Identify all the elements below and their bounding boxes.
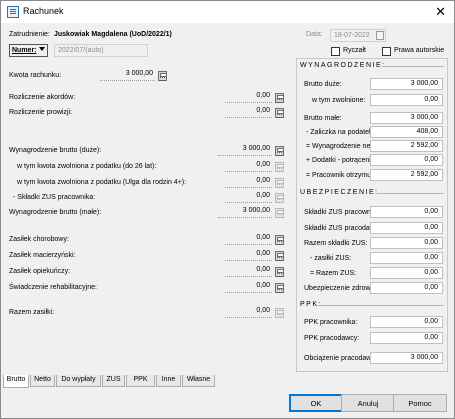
obciazenie-field: 3 000,00	[370, 352, 443, 364]
calculator-icon	[275, 178, 284, 188]
zwolniona4-label: w tym kwota zwolniona z podatku (Ulga dl…	[17, 179, 187, 186]
calculator-icon	[275, 162, 284, 172]
skladki-label: - Składki ZUS pracownika:	[13, 194, 96, 201]
zus-pracodawcy-field: 0,00	[370, 222, 443, 234]
dodatki-field: 0,00	[370, 154, 443, 166]
calculator-icon[interactable]	[275, 93, 284, 103]
akordow-label: Rozliczenie akordów:	[9, 94, 76, 101]
otrzymuje-label: = Pracownik otrzymuje:	[306, 172, 379, 179]
divider	[318, 305, 444, 306]
ppk-pracownika-field: 0,00	[370, 316, 443, 328]
zwolnione-label: w tym zwolnione:	[312, 97, 366, 104]
zasilki-zus-field: 0,00	[370, 252, 443, 264]
macierzynski-field[interactable]: 0,00	[225, 250, 272, 261]
skladki-field[interactable]: 0,00	[225, 192, 272, 203]
tab-brutto[interactable]: Brutto	[3, 375, 29, 388]
calculator-icon[interactable]	[275, 146, 284, 156]
divider	[382, 66, 444, 67]
razem-zus-field: 0,00	[370, 267, 443, 279]
razem-zasilki-label: Razem zasiłki:	[9, 309, 55, 316]
akordow-field[interactable]: 0,00	[225, 92, 272, 103]
zasilki-zus-label: - zasiłki ZUS:	[310, 255, 352, 262]
data-label: Data:	[306, 31, 323, 38]
otrzymuje-field: 2 592,00	[370, 169, 443, 181]
ryczalt-label: Ryczałt	[343, 47, 366, 54]
prowizji-field[interactable]: 0,00	[225, 107, 272, 118]
obciazenie-label: Obciążenie pracodawcy:	[304, 355, 381, 362]
rehab-field[interactable]: 0,00	[225, 282, 272, 293]
wynagrodzenie-section-title: WYNAGRODZENIE:	[300, 62, 386, 69]
calculator-icon[interactable]	[275, 108, 284, 118]
wyn-brutto-male-label: Wynagrodzenie brutto (małe):	[9, 209, 102, 216]
calculator-icon[interactable]	[275, 251, 284, 261]
wyn-brutto-male-field[interactable]: 3 000,00	[218, 207, 272, 218]
calculator-icon[interactable]	[275, 267, 284, 277]
brutto-male-label: Brutto małe:	[304, 115, 342, 122]
wyn-brutto-duze-field[interactable]: 3 000,00	[218, 145, 272, 156]
zwolniona4-field[interactable]: 0,00	[225, 177, 272, 188]
numer-dropdown-button[interactable]: Numer:	[9, 44, 48, 57]
zatrudnienie-value[interactable]: Juskowiak Magdalena (UoD/2022/1)	[54, 31, 172, 38]
brutto-male-field: 3 000,00	[370, 112, 443, 124]
tab-do-wyplaty[interactable]: Do wypłaty	[56, 375, 101, 387]
opiekunczy-field[interactable]: 0,00	[225, 266, 272, 277]
calculator-icon	[275, 208, 284, 218]
cancel-button[interactable]: Anuluj	[341, 394, 395, 412]
prawa-autorskie-label: Prawa autorskie	[394, 47, 445, 54]
razem-skladki-field: 0,00	[370, 237, 443, 249]
ppk-pracodawcy-label: PPK pracodawcy:	[304, 335, 360, 342]
razem-skladki-label: Razem składki ZUS:	[304, 240, 368, 247]
zatrudnienie-label: Zatrudnienie:	[9, 31, 50, 38]
tab-wlasne[interactable]: Własne	[182, 375, 215, 387]
zwolniona26-field[interactable]: 0,00	[225, 161, 272, 172]
close-icon[interactable]: ✕	[435, 4, 446, 20]
divider	[378, 193, 444, 194]
brutto-duze-label: Brutto duże:	[304, 81, 342, 88]
tab-netto[interactable]: Netto	[30, 375, 55, 387]
chevron-down-icon	[38, 47, 45, 51]
prawa-autorskie-checkbox[interactable]	[382, 47, 391, 56]
ppk-pracodawcy-field: 0,00	[370, 332, 443, 344]
kwota-field[interactable]: 3 000,00	[100, 70, 155, 81]
brutto-duze-field: 3 000,00	[370, 78, 443, 90]
window-title: Rachunek	[23, 6, 64, 16]
calculator-icon[interactable]	[275, 283, 284, 293]
zwolniona26-label: w tym kwota zwolniona z podatku (do 26 l…	[17, 163, 157, 170]
zaliczka-label: - Zaliczka na podatek:	[306, 129, 375, 136]
calculator-icon[interactable]	[158, 71, 167, 81]
zdrowotne-field: 0,00	[370, 282, 443, 294]
macierzynski-label: Zasiłek macierzyński:	[9, 252, 76, 259]
wyn-brutto-duze-label: Wynagrodzenie brutto (duże):	[9, 147, 102, 154]
calculator-icon	[275, 193, 284, 203]
chorobowy-field[interactable]: 0,00	[225, 234, 272, 245]
app-icon	[7, 6, 19, 18]
ubezpieczenie-section-title: UBEZPIECZENIE:	[300, 189, 379, 196]
ryczalt-checkbox[interactable]	[331, 47, 340, 56]
zus-pracownika-field: 0,00	[370, 206, 443, 218]
tab-ppk[interactable]: PPK	[126, 375, 155, 387]
help-button[interactable]: Pomoc	[393, 394, 447, 412]
calculator-icon[interactable]	[275, 235, 284, 245]
zaliczka-field: 408,00	[370, 126, 443, 138]
ok-button[interactable]: OK	[289, 394, 343, 412]
title-bar: Rachunek ✕	[1, 1, 454, 23]
razem-zasilki-field[interactable]: 0,00	[225, 307, 272, 318]
netto-label: = Wynagrodzenie netto:	[306, 143, 381, 150]
chorobowy-label: Zasiłek chorobowy:	[9, 236, 69, 243]
opiekunczy-label: Zasiłek opiekuńczy:	[9, 268, 71, 275]
calculator-icon	[275, 308, 284, 318]
kwota-label: Kwota rachunku:	[9, 72, 62, 79]
razem-zus-label: = Razem ZUS:	[310, 270, 357, 277]
ppk-pracownika-label: PPK pracownika:	[304, 319, 358, 326]
prowizji-label: Rozliczenie prowizji:	[9, 109, 73, 116]
netto-field: 2 592,00	[370, 140, 443, 152]
zwolnione-field: 0,00	[370, 94, 443, 106]
calendar-icon[interactable]	[376, 31, 384, 40]
rehab-label: Świadczenie rehabilitacyjne:	[9, 284, 97, 291]
tab-zus[interactable]: ZUS	[102, 375, 125, 387]
tab-inne[interactable]: Inne	[156, 375, 181, 387]
dodatki-label: + Dodatki - potrącenie:	[306, 157, 377, 164]
numer-field[interactable]: 2022/07/(auto)	[54, 44, 148, 57]
